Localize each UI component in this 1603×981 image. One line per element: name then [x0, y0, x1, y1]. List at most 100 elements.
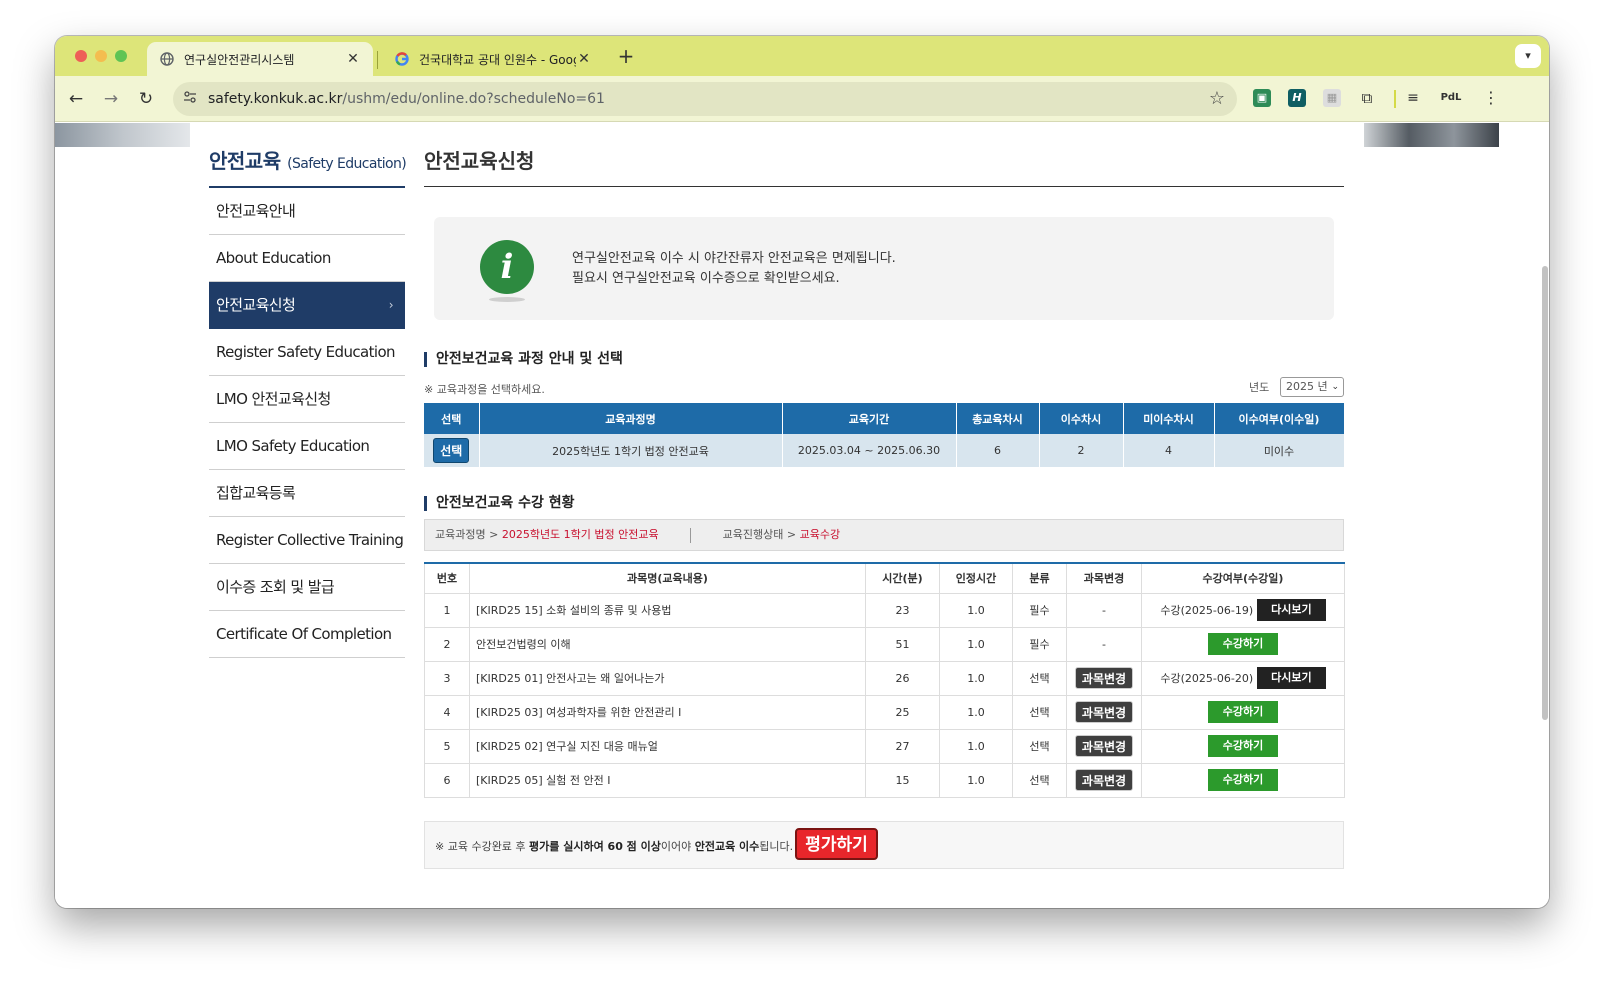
more-menu-icon[interactable]: ⋮: [1482, 89, 1500, 107]
lesson-type: 선택: [1012, 694, 1067, 730]
lesson-number: 3: [424, 660, 470, 696]
lesson-number: 1: [424, 592, 470, 628]
sidebar-item-apply-education[interactable]: 안전교육신청 ›: [209, 282, 405, 329]
address-bar[interactable]: safety.konkuk.ac.kr/ushm/edu/online.do?s…: [173, 82, 1237, 116]
lesson-change: -: [1066, 592, 1142, 628]
back-arrow-icon[interactable]: ←: [64, 87, 88, 111]
lesson-type: 선택: [1012, 728, 1067, 764]
notice-text: 연구실안전교육 이수 시 야간잔류자 안전교육은 면제됩니다. 필요시 연구실안…: [572, 249, 896, 289]
column-header: 이수차시: [1039, 403, 1124, 434]
sidebar-item-certificate-lookup[interactable]: 이수증 조회 및 발급: [209, 564, 405, 611]
lesson-number: 2: [424, 626, 470, 662]
sidebar-menu: 안전교육안내 About Education 안전교육신청 › Register …: [209, 188, 405, 658]
sidebar-item-certificate-of-completion[interactable]: Certificate Of Completion: [209, 611, 405, 658]
completed-sessions: 2: [1039, 434, 1124, 467]
lesson-minutes: 27: [865, 728, 940, 764]
sidebar-item-collective-register[interactable]: 집합교육등록: [209, 470, 405, 517]
change-subject-button[interactable]: 과목변경: [1074, 735, 1134, 757]
chevron-down-icon: ⌄: [1331, 382, 1339, 392]
reading-list-icon[interactable]: ≡: [1404, 89, 1422, 107]
sidebar-item-register-collective-training[interactable]: Register Collective Training: [209, 517, 405, 564]
lesson-change-cell: 과목변경: [1066, 694, 1142, 730]
tab-close-icon[interactable]: ✕: [576, 51, 592, 67]
sidebar-item-lmo-safety-education[interactable]: LMO Safety Education: [209, 423, 405, 470]
lesson-type: 필수: [1012, 626, 1067, 662]
sidebar-item-about-education[interactable]: About Education: [209, 235, 405, 282]
site-settings-icon[interactable]: [181, 90, 199, 108]
lesson-minutes: 23: [865, 592, 940, 628]
column-header: 교육과정명: [479, 403, 783, 434]
extensions-puzzle-icon[interactable]: ⧉: [1358, 89, 1376, 107]
eval-note-bold-1: 평가를 실시하여 60 점 이상: [529, 840, 661, 853]
year-select[interactable]: 2025 년 ⌄: [1280, 377, 1344, 397]
rewatch-button[interactable]: 다시보기: [1257, 667, 1326, 689]
lesson-status-cell: 수강(2025-06-20) 다시보기: [1141, 660, 1345, 696]
table-row: 1 [KIRD25 15] 소화 설비의 종류 및 사용법 23 1.0 필수 …: [424, 592, 1345, 628]
scrollbar-thumb[interactable]: [1542, 266, 1548, 720]
evaluate-button[interactable]: 평가하기: [795, 828, 878, 860]
page-viewport: 안전교육 (Safety Education) 안전교육안내 About Edu…: [55, 123, 1515, 908]
forward-arrow-icon[interactable]: →: [99, 87, 123, 111]
sidebar-item-education-guide[interactable]: 안전교육안내: [209, 188, 405, 235]
info-icon: i: [480, 240, 534, 294]
sidebar-item-lmo-apply[interactable]: LMO 안전교육신청: [209, 376, 405, 423]
course-table: 선택 교육과정명 교육기간 총교육차시 이수차시 미이수차시 이수여부(이수일)…: [424, 403, 1345, 467]
eval-note-bold-2: 안전교육 이수: [694, 840, 760, 853]
take-lesson-button[interactable]: 수강하기: [1208, 769, 1278, 791]
lesson-credit: 1.0: [939, 626, 1013, 662]
change-subject-button[interactable]: 과목변경: [1074, 667, 1134, 689]
table-row: 5 [KIRD25 02] 연구실 지진 대응 매뉴얼 27 1.0 선택 과목…: [424, 728, 1345, 764]
take-lesson-button[interactable]: 수강하기: [1208, 701, 1278, 723]
close-window-button[interactable]: [75, 50, 87, 62]
take-lesson-button[interactable]: 수강하기: [1208, 735, 1278, 757]
sidebar-item-register-safety-education[interactable]: Register Safety Education: [209, 329, 405, 376]
lesson-minutes: 15: [865, 762, 940, 798]
lesson-status-cell: 수강하기: [1141, 694, 1345, 730]
select-course-button[interactable]: 선택: [433, 438, 470, 463]
tab-google-search[interactable]: 건국대학교 공대 인원수 - Google ✕: [382, 42, 604, 76]
lesson-type: 선택: [1012, 762, 1067, 798]
maximize-window-button[interactable]: [115, 50, 127, 62]
rewatch-button[interactable]: 다시보기: [1257, 599, 1326, 621]
column-header: 총교육차시: [956, 403, 1040, 434]
lesson-credit: 1.0: [939, 762, 1013, 798]
change-subject-button[interactable]: 과목변경: [1074, 769, 1134, 791]
lesson-status-cell: 수강하기: [1141, 762, 1345, 798]
lesson-change-cell: 과목변경: [1066, 728, 1142, 764]
extension-green-icon[interactable]: ▣: [1253, 89, 1271, 107]
take-lesson-button[interactable]: 수강하기: [1208, 633, 1278, 655]
lesson-type: 선택: [1012, 660, 1067, 696]
bookmark-star-icon[interactable]: ☆: [1209, 88, 1225, 109]
extension-gray-icon[interactable]: ▦: [1323, 89, 1341, 107]
lesson-credit: 1.0: [939, 728, 1013, 764]
toolbar-divider: [1394, 90, 1396, 108]
table-row: 6 [KIRD25 05] 실험 전 안전 Ⅰ 15 1.0 선택 과목변경 수…: [424, 762, 1345, 798]
lesson-type: 필수: [1012, 592, 1067, 628]
tab-safety-system[interactable]: 연구실안전관리시스템 ✕: [147, 42, 373, 76]
header-image-right: [1364, 123, 1499, 147]
column-header: 과목변경: [1066, 562, 1142, 594]
tab-search-chevron-icon[interactable]: ▾: [1515, 44, 1541, 68]
extension-h-icon[interactable]: H: [1288, 89, 1306, 107]
column-header: 이수여부(이수일): [1214, 403, 1345, 434]
year-label: 년도: [1249, 381, 1270, 394]
tab-strip: 연구실안전관리시스템 ✕ 건국대학교 공대 인원수 - Google ✕ + ▾: [55, 36, 1549, 76]
column-header: 교육기간: [782, 403, 957, 434]
lesson-credit: 1.0: [939, 592, 1013, 628]
url-text[interactable]: safety.konkuk.ac.kr/ushm/edu/online.do?s…: [208, 91, 605, 107]
lesson-change: -: [1066, 626, 1142, 662]
change-subject-button[interactable]: 과목변경: [1074, 701, 1134, 723]
reload-icon[interactable]: ↻: [134, 87, 158, 111]
tab-close-icon[interactable]: ✕: [345, 51, 361, 67]
lesson-section-heading: 안전보건교육 수강 현황: [424, 496, 575, 511]
column-header: 과목명(교육내용): [469, 562, 866, 594]
profile-pdl-icon[interactable]: PdL: [1439, 89, 1463, 107]
minimize-window-button[interactable]: [95, 50, 107, 62]
state-value: 교육수강: [799, 528, 841, 541]
column-header: 인정시간: [939, 562, 1013, 594]
lesson-number: 4: [424, 694, 470, 730]
column-header: 선택: [424, 403, 480, 434]
total-sessions: 6: [956, 434, 1040, 467]
table-row: 4 [KIRD25 03] 여성과학자를 위한 안전관리 I 25 1.0 선택…: [424, 694, 1345, 730]
new-tab-button[interactable]: +: [614, 45, 638, 69]
